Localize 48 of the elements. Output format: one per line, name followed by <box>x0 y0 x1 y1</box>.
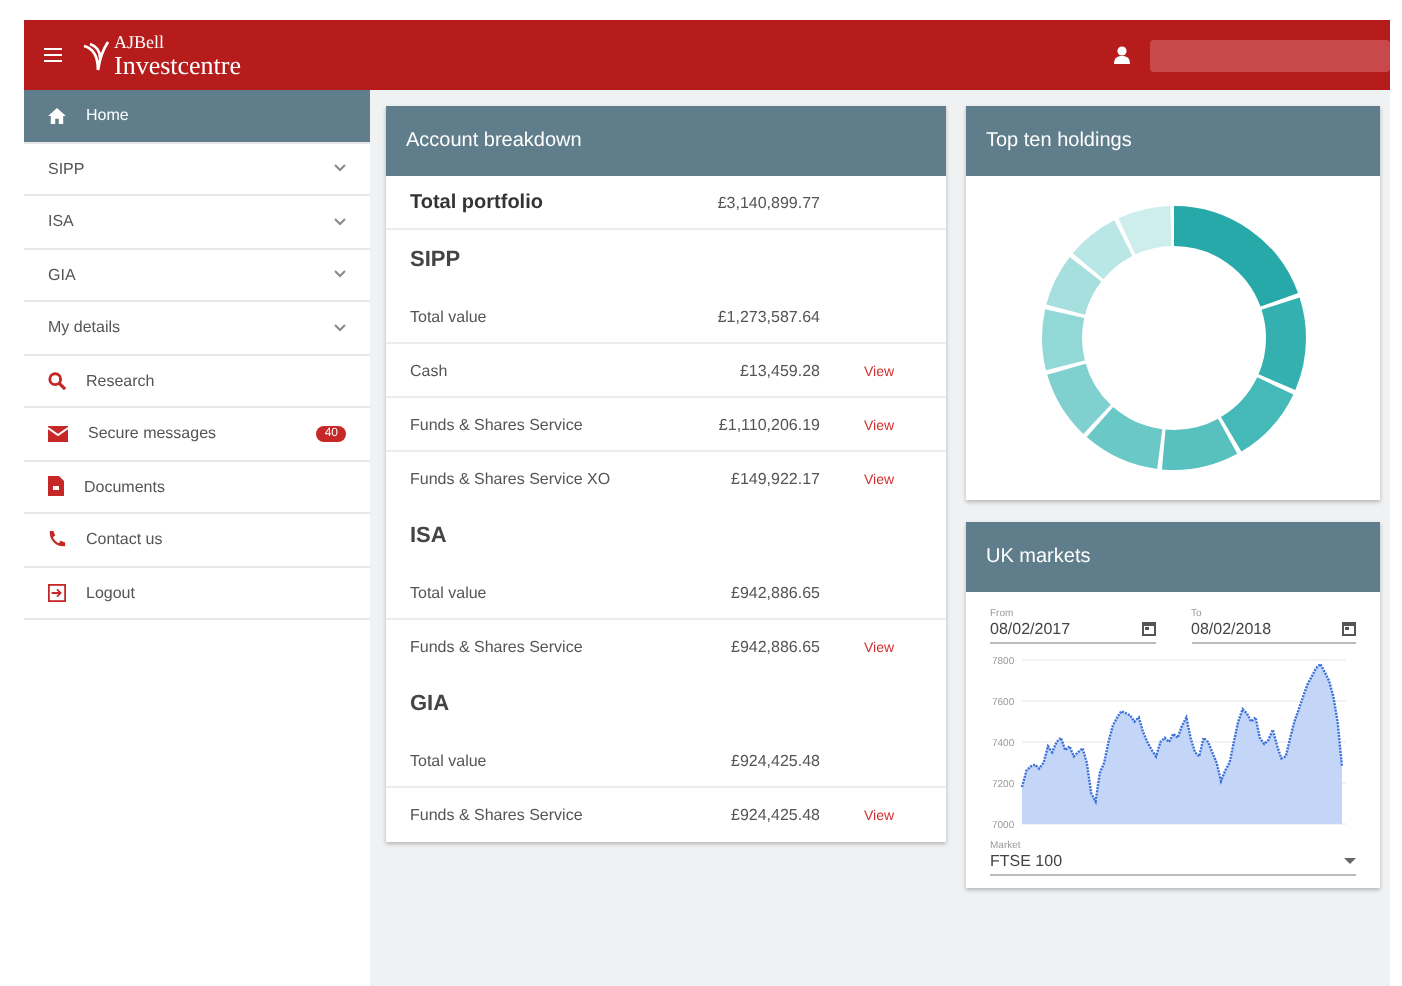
row-value: £942,886.65 <box>729 583 820 601</box>
search-icon <box>48 371 66 390</box>
total-value: £3,140,899.77 <box>715 193 820 211</box>
row-label: Funds & Shares Service XO <box>410 470 613 488</box>
chevron-icon <box>334 323 346 332</box>
row-label: Total value <box>410 751 489 769</box>
sidebar-item[interactable]: GIA <box>24 249 370 302</box>
logo-swirl-icon <box>82 39 110 71</box>
envelope-icon <box>48 425 68 442</box>
row-value: £942,886.65 <box>729 638 820 656</box>
phone-icon <box>48 530 66 549</box>
sidebar-item[interactable]: Documents <box>24 461 370 514</box>
logo-text: Investcentre <box>114 51 242 77</box>
home-icon <box>48 107 66 124</box>
card-title: Top ten holdings <box>966 106 1380 176</box>
user-icon[interactable] <box>1114 46 1130 64</box>
row-label: Funds & Shares Service <box>410 806 585 824</box>
sidebar-item[interactable]: Research <box>24 355 370 408</box>
sidebar-item[interactable]: SIPP <box>24 143 370 196</box>
row-value: £924,425.48 <box>729 806 820 824</box>
row-value: £149,922.17 <box>729 470 820 488</box>
logo-text: AJBell <box>114 33 167 51</box>
section-title: SIPP <box>410 248 461 272</box>
calendar-icon[interactable] <box>1141 622 1155 636</box>
row-value: £13,459.28 <box>737 361 820 379</box>
row-value: £1,110,206.19 <box>716 415 820 433</box>
dropdown-caret-icon <box>1344 858 1356 864</box>
sidebar-item[interactable]: Logout <box>24 567 370 620</box>
row-value: £1,273,587.64 <box>715 307 820 325</box>
section-title: GIA <box>410 692 450 716</box>
chevron-icon <box>334 217 346 226</box>
chevron-icon <box>334 164 346 173</box>
row-value: £924,425.48 <box>729 751 820 769</box>
document-icon <box>48 476 64 497</box>
menu-icon[interactable] <box>44 48 62 62</box>
logout-icon <box>48 583 66 602</box>
section-title: ISA <box>410 524 447 548</box>
row-label: Cash <box>410 361 450 379</box>
row-label: Funds & Shares Service <box>410 638 585 656</box>
sidebar-item[interactable]: Home <box>24 90 370 143</box>
total-label: Total portfolio <box>410 191 545 213</box>
chevron-icon <box>334 270 346 279</box>
calendar-icon[interactable] <box>1342 622 1356 636</box>
card-title: UK markets <box>966 522 1380 592</box>
card-title: Account breakdown <box>386 106 946 176</box>
row-label: Funds & Shares Service <box>410 415 585 433</box>
row-label: Total value <box>410 307 489 325</box>
row-label: Total value <box>410 583 489 601</box>
